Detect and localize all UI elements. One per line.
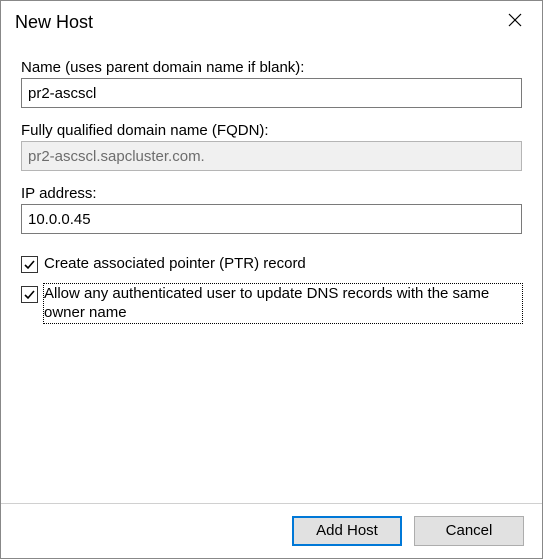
- ptr-check-row[interactable]: Create associated pointer (PTR) record: [21, 254, 522, 274]
- dialog-footer: Add Host Cancel: [1, 503, 542, 558]
- name-input[interactable]: [21, 78, 522, 108]
- ip-input[interactable]: [21, 204, 522, 234]
- dialog-content: Name (uses parent domain name if blank):…: [1, 43, 542, 503]
- ptr-checkbox[interactable]: [21, 256, 38, 273]
- titlebar: New Host: [1, 1, 542, 43]
- fqdn-label: Fully qualified domain name (FQDN):: [21, 122, 522, 139]
- allow-update-check-label: Allow any authenticated user to update D…: [44, 284, 522, 323]
- window-title: New Host: [15, 12, 93, 33]
- close-button[interactable]: [498, 8, 532, 36]
- allow-update-checkbox[interactable]: [21, 286, 38, 303]
- ip-group: IP address:: [21, 185, 522, 234]
- name-group: Name (uses parent domain name if blank):: [21, 59, 522, 108]
- allow-update-check-row[interactable]: Allow any authenticated user to update D…: [21, 284, 522, 323]
- ptr-check-label: Create associated pointer (PTR) record: [44, 254, 522, 274]
- checkmark-icon: [23, 258, 36, 271]
- fqdn-group: Fully qualified domain name (FQDN):: [21, 122, 522, 171]
- name-label: Name (uses parent domain name if blank):: [21, 59, 522, 76]
- close-icon: [508, 13, 522, 31]
- fqdn-input: [21, 141, 522, 171]
- cancel-button[interactable]: Cancel: [414, 516, 524, 546]
- add-host-button[interactable]: Add Host: [292, 516, 402, 546]
- ip-label: IP address:: [21, 185, 522, 202]
- checkmark-icon: [23, 288, 36, 301]
